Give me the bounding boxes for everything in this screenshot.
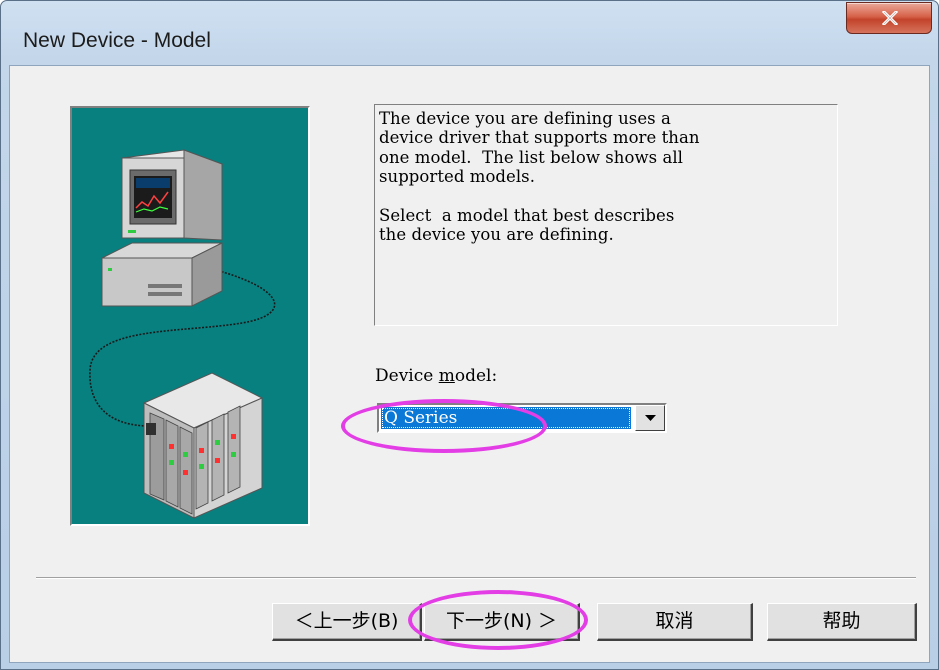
description-box: The device you are defining uses a devic… bbox=[374, 104, 838, 326]
close-icon bbox=[882, 11, 898, 25]
selected-model[interactable]: Q Series bbox=[381, 407, 631, 429]
title-bar[interactable]: New Device - Model bbox=[1, 1, 938, 65]
close-button[interactable] bbox=[846, 2, 932, 34]
help-button[interactable]: 帮助 bbox=[767, 603, 917, 641]
dialog-window: New Device - Model The device you are de… bbox=[0, 0, 939, 670]
next-button[interactable]: 下一步(N) ＞ bbox=[424, 603, 580, 641]
cancel-button[interactable]: 取消 bbox=[597, 603, 753, 641]
device-model-select[interactable]: Q Series bbox=[377, 403, 667, 433]
computer-icon bbox=[101, 149, 224, 307]
separator bbox=[36, 577, 916, 579]
device-illustration bbox=[70, 106, 310, 526]
device-model-label: Device model: bbox=[375, 366, 498, 386]
mnemonic-m: m bbox=[438, 366, 455, 386]
plc-device-icon bbox=[142, 372, 264, 519]
dialog-client-area: The device you are defining uses a devic… bbox=[9, 65, 930, 663]
window-title: New Device - Model bbox=[23, 29, 211, 52]
chevron-down-icon bbox=[645, 415, 656, 421]
back-button[interactable]: ＜上一步(B) bbox=[272, 603, 422, 641]
description-text: The device you are defining uses a devic… bbox=[379, 109, 700, 245]
dropdown-button[interactable] bbox=[635, 405, 665, 431]
